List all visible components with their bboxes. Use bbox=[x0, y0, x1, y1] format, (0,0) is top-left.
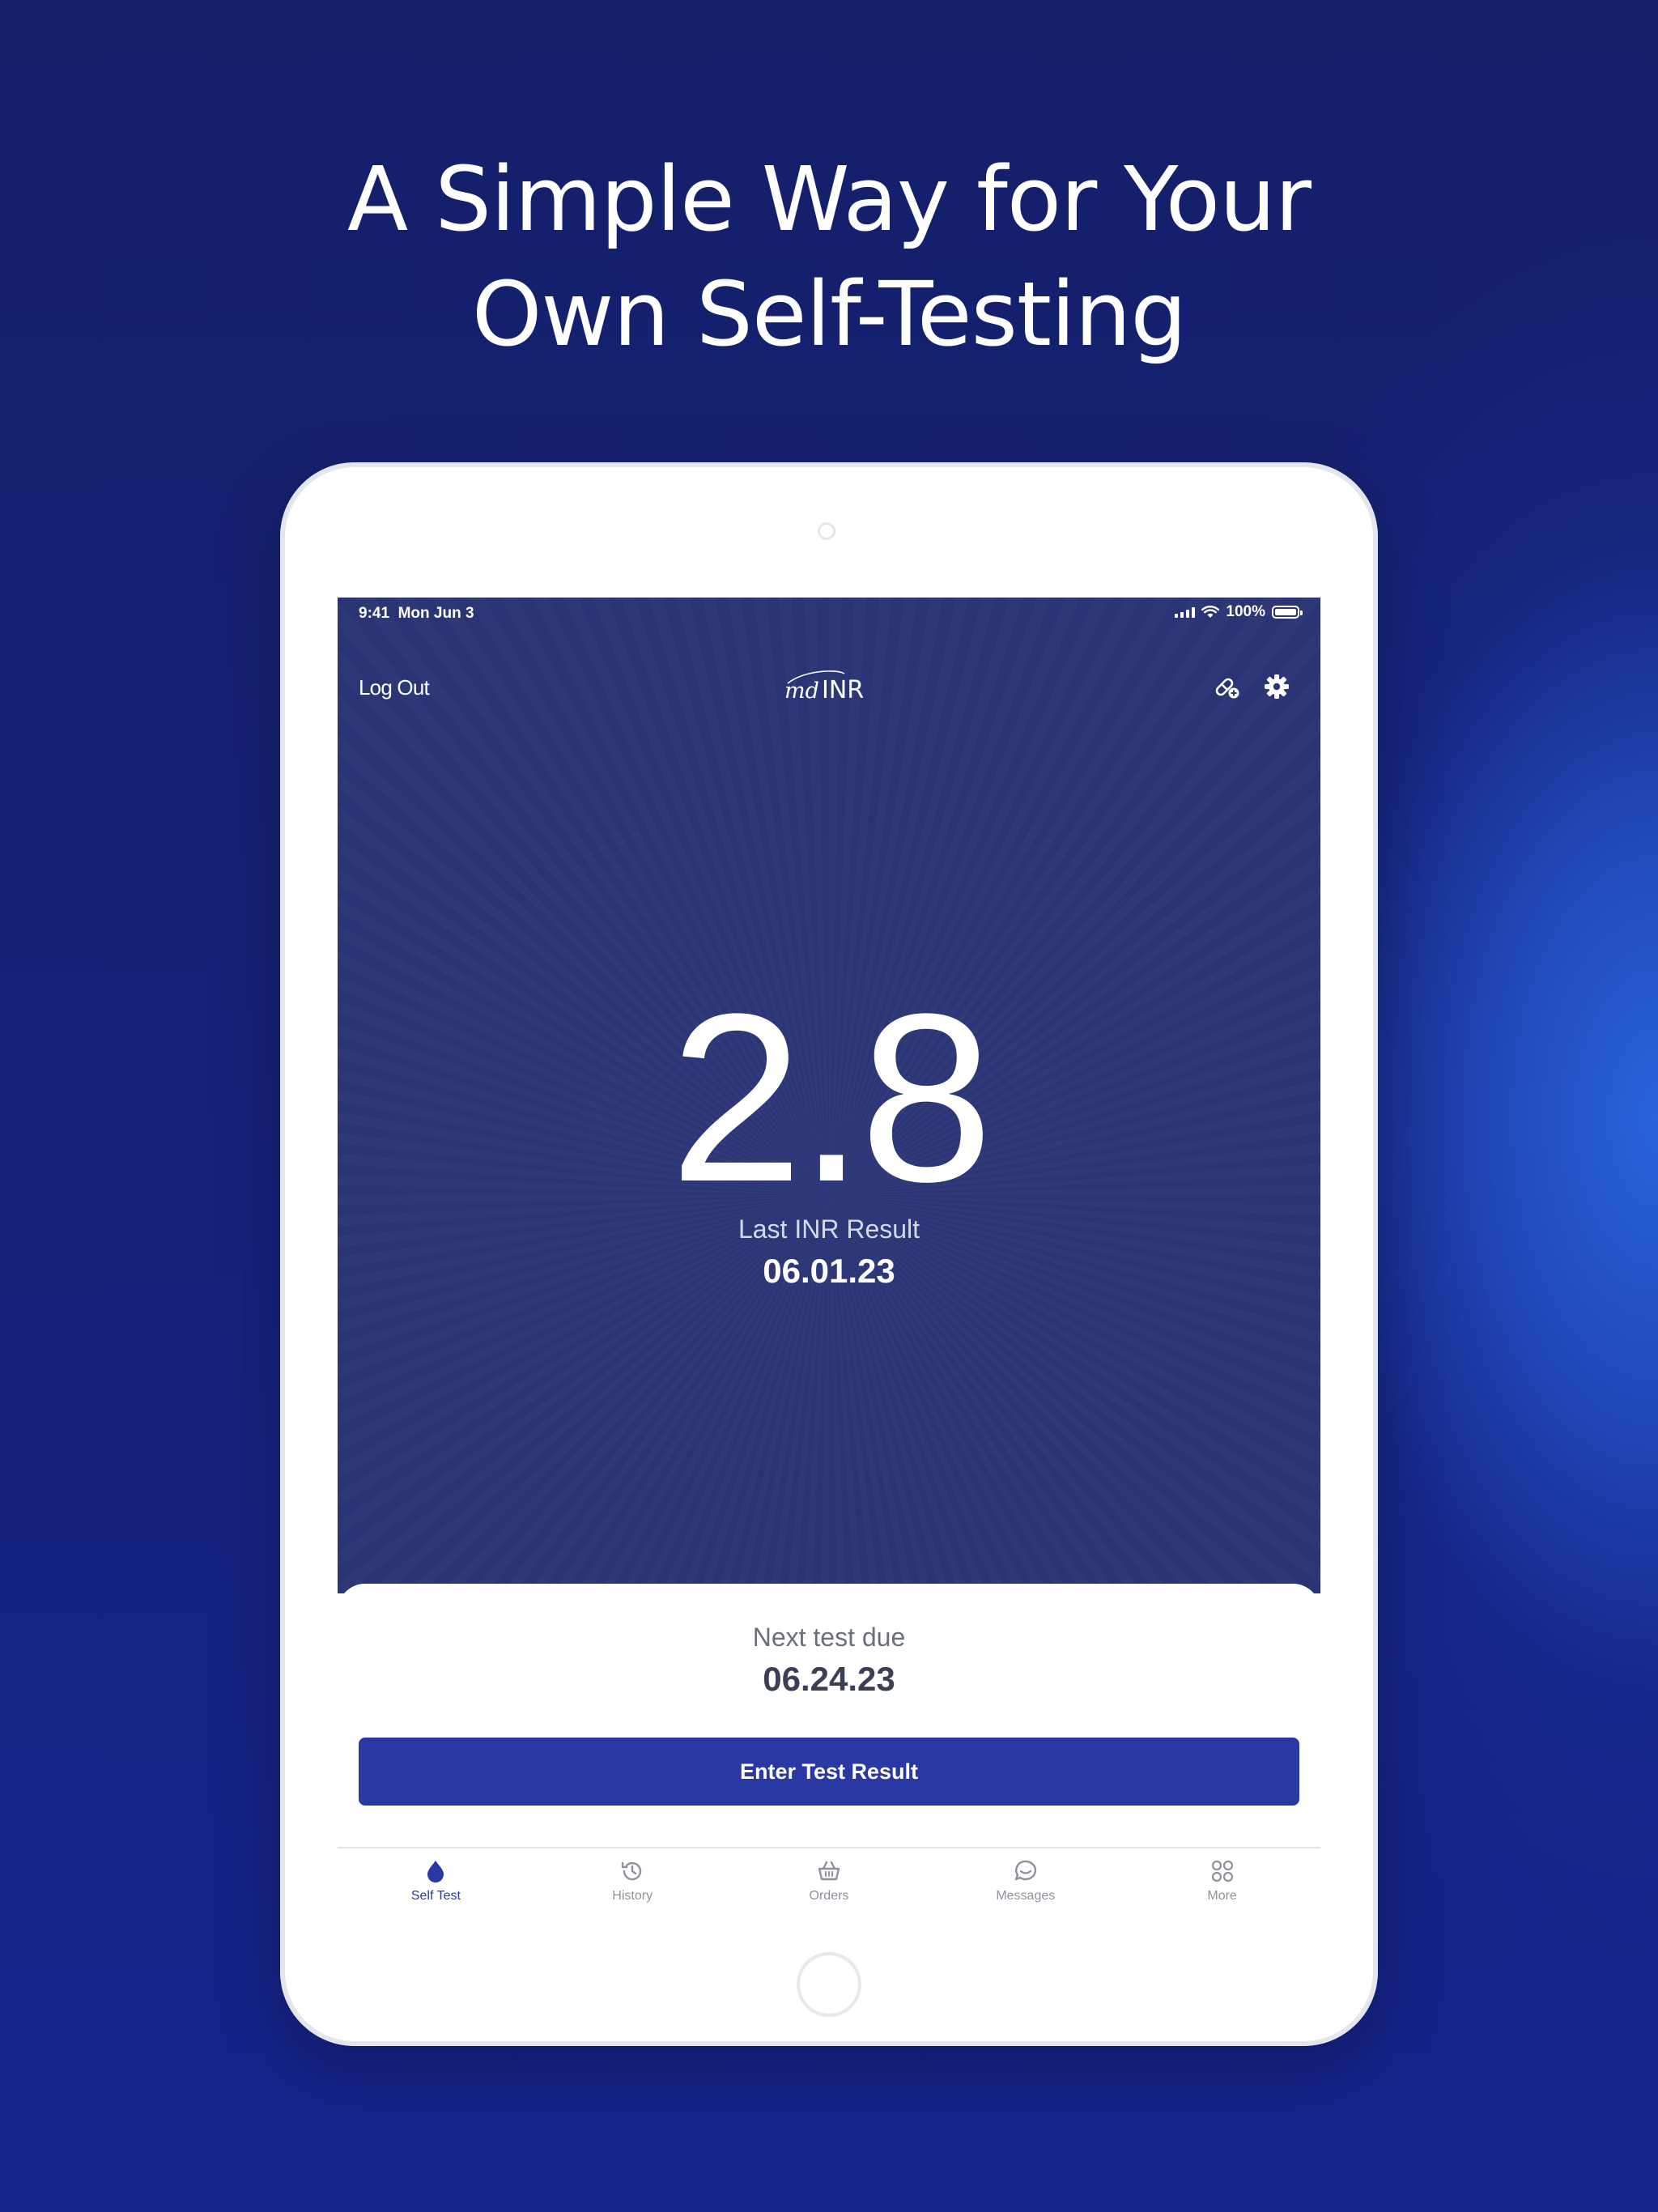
history-icon bbox=[621, 1861, 642, 1881]
status-bar: 9:41 Mon Jun 3 100% bbox=[338, 598, 1320, 630]
tab-label: More bbox=[1207, 1889, 1237, 1903]
camera-icon bbox=[818, 522, 835, 540]
tab-history[interactable]: History bbox=[534, 1848, 731, 1909]
logo-inr-text: INR bbox=[822, 676, 864, 704]
wifi-icon bbox=[1201, 606, 1220, 618]
status-time: 9:41 Mon Jun 3 bbox=[359, 605, 474, 623]
battery-icon bbox=[1272, 606, 1303, 619]
status-indicators: 100% bbox=[1175, 603, 1303, 621]
next-test-date: 06.24.23 bbox=[763, 1660, 895, 1698]
tab-self-test[interactable]: Self Test bbox=[338, 1848, 534, 1909]
grid-icon bbox=[1211, 1860, 1233, 1882]
result-hero: 9:41 Mon Jun 3 100% Log Out md INR 2.8 L… bbox=[338, 598, 1320, 1593]
mdinr-logo: md INR bbox=[784, 670, 864, 704]
battery-percentage: 100% bbox=[1226, 603, 1265, 620]
tab-label: Messages bbox=[996, 1889, 1056, 1903]
drop-icon bbox=[427, 1861, 444, 1882]
tab-messages[interactable]: Messages bbox=[927, 1848, 1124, 1909]
enter-test-result-button[interactable]: Enter Test Result bbox=[359, 1738, 1299, 1806]
last-inr-date: 06.01.23 bbox=[763, 1252, 895, 1290]
chat-icon bbox=[1014, 1860, 1036, 1881]
home-button[interactable] bbox=[797, 1952, 861, 2017]
navigation-bar: Log Out md INR bbox=[338, 659, 1320, 716]
settings-gear-icon[interactable] bbox=[1262, 672, 1291, 701]
last-inr-label: Last INR Result bbox=[738, 1214, 920, 1244]
link-care-icon[interactable] bbox=[1212, 672, 1241, 701]
last-inr-value: 2.8 bbox=[670, 963, 993, 1231]
tab-orders[interactable]: Orders bbox=[731, 1848, 928, 1909]
tab-bar: Self Test History Orders Messages More bbox=[338, 1847, 1320, 1909]
tab-label: Self Test bbox=[410, 1889, 461, 1903]
tab-more[interactable]: More bbox=[1124, 1848, 1320, 1909]
logo-md-text: md bbox=[784, 678, 819, 704]
status-clock: 9:41 bbox=[359, 605, 390, 622]
cellular-signal-icon bbox=[1175, 606, 1196, 618]
headline-line-1: A Simple Way for Your bbox=[346, 147, 1312, 251]
status-date: Mon Jun 3 bbox=[397, 605, 474, 622]
tab-label: Orders bbox=[809, 1889, 849, 1903]
next-test-label: Next test due bbox=[752, 1623, 906, 1652]
tab-label: History bbox=[612, 1889, 653, 1903]
logout-button[interactable]: Log Out bbox=[359, 675, 430, 700]
headline: A Simple Way for Your Own Self-Testing bbox=[0, 142, 1658, 372]
app-screen: 9:41 Mon Jun 3 100% Log Out md INR 2.8 L… bbox=[338, 598, 1320, 1909]
basket-icon bbox=[818, 1861, 840, 1881]
headline-line-2: Own Self-Testing bbox=[471, 262, 1187, 366]
